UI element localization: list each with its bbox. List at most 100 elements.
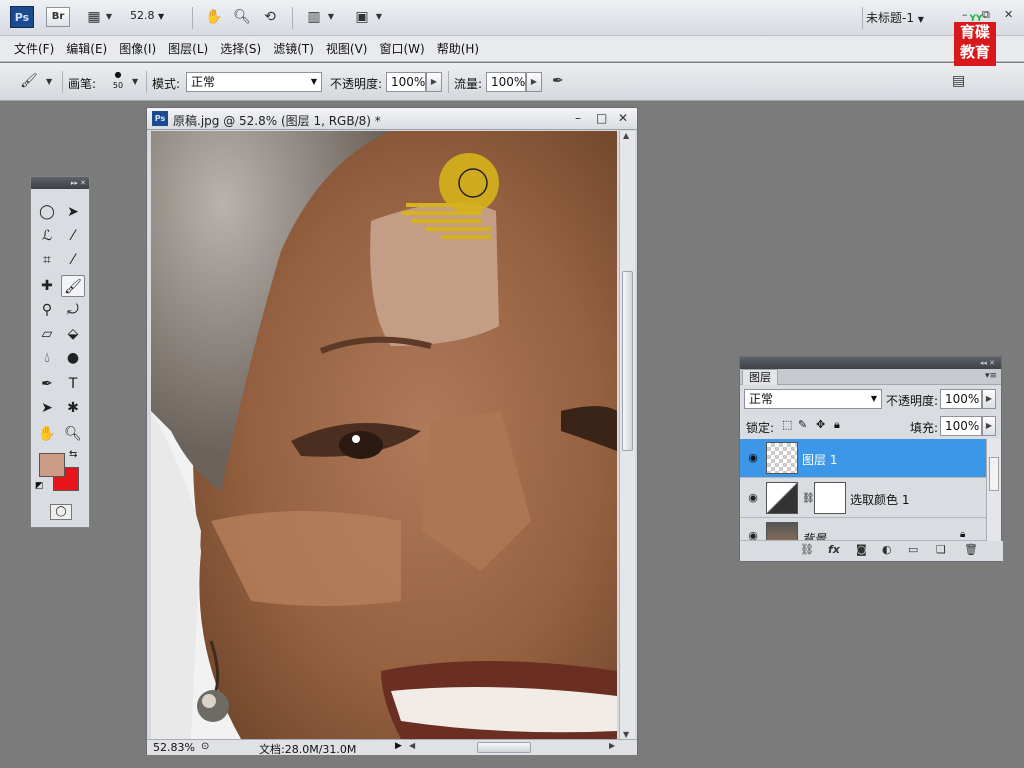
lock-all-icon[interactable]: 🔒︎	[834, 418, 840, 432]
tab-layers[interactable]: 图层	[742, 369, 778, 385]
menu-window[interactable]: 窗口(W)	[373, 36, 430, 62]
panel-menu-icon[interactable]: ▾≡	[985, 371, 997, 381]
flow-slider-button[interactable]: ▶	[526, 72, 542, 92]
new-group-icon[interactable]: ▭	[908, 543, 918, 556]
scroll-up-icon[interactable]: ▲	[623, 131, 629, 140]
zoom-icon[interactable]: 🔍︎	[232, 8, 252, 26]
lock-position-icon[interactable]: ✥	[816, 418, 825, 431]
flow-input[interactable]: 100%	[486, 72, 526, 92]
opacity-slider-button[interactable]: ▶	[426, 72, 442, 92]
arrange-documents-icon[interactable]: ▥	[304, 8, 324, 26]
zoom-level[interactable]: 52.8 ▼	[130, 9, 182, 22]
marquee-tool-icon[interactable]: ◯	[35, 201, 59, 223]
layers-panel-header[interactable]: ◂◂ ✕	[740, 357, 1001, 369]
layer-name[interactable]: 背景	[802, 530, 826, 540]
airbrush-icon[interactable]: ✒︎	[552, 73, 564, 89]
minimize-button[interactable]: –	[575, 111, 581, 125]
document-title-bar[interactable]: Ps 原稿.jpg @ 52.8% (图层 1, RGB/8) * – □ ✕	[147, 108, 637, 130]
layer-mask-thumbnail[interactable]	[814, 482, 846, 514]
blend-mode-select[interactable]: 正常 ▼	[744, 389, 882, 409]
bridge-button[interactable]: Br	[46, 7, 70, 27]
hand-icon[interactable]: ✋	[204, 8, 224, 26]
dodge-tool-icon[interactable]: ●	[61, 347, 85, 369]
menu-select[interactable]: 选择(S)	[214, 36, 267, 62]
quick-mask-button[interactable]: ◯	[50, 504, 72, 520]
close-button[interactable]: ✕	[618, 111, 628, 125]
maximize-button[interactable]: □	[596, 111, 607, 125]
lock-image-icon[interactable]: ✎	[798, 418, 807, 431]
fill-slider-button[interactable]: ▶	[982, 416, 996, 436]
horizontal-scroll-thumb[interactable]	[477, 742, 531, 753]
blur-tool-icon[interactable]: 💧︎	[35, 347, 59, 369]
magic-wand-tool-icon[interactable]: ⁄	[61, 225, 85, 247]
vertical-scroll-thumb[interactable]	[622, 271, 633, 451]
image-canvas[interactable]	[151, 131, 617, 739]
status-zoom[interactable]: 52.83%	[153, 741, 195, 754]
pen-tool-icon[interactable]: ✒︎	[35, 373, 59, 395]
layer-row[interactable]: ◉ 图层 1	[740, 439, 986, 478]
layer-opacity-slider-button[interactable]: ▶	[982, 389, 996, 409]
new-layer-icon[interactable]: ❏	[936, 543, 946, 556]
type-tool-icon[interactable]: T	[61, 373, 85, 395]
chevron-down-icon[interactable]: ▼	[104, 8, 114, 26]
menu-view[interactable]: 视图(V)	[320, 36, 374, 62]
status-menu-arrow-icon[interactable]: ▶	[395, 741, 402, 751]
menu-file[interactable]: 文件(F)	[8, 36, 60, 62]
add-mask-icon[interactable]: ◙	[856, 543, 867, 556]
menu-layer[interactable]: 图层(L)	[162, 36, 214, 62]
eye-icon[interactable]: ◉	[744, 451, 762, 464]
layer-style-icon[interactable]: fx	[828, 543, 840, 556]
brush-tool-icon[interactable]: 🖌︎	[61, 275, 85, 297]
layers-scrollbar[interactable]	[986, 439, 1001, 545]
foreground-color-swatch[interactable]	[39, 453, 65, 477]
eye-icon[interactable]: ◉	[744, 491, 762, 504]
link-icon[interactable]: ⛓︎	[802, 493, 815, 504]
history-brush-tool-icon[interactable]: ⤾	[61, 299, 85, 321]
tools-panel-header[interactable]: ▸▸ ✕	[31, 177, 89, 189]
menu-filter[interactable]: 滤镜(T)	[267, 36, 320, 62]
spot-healing-tool-icon[interactable]: ✚	[35, 275, 59, 297]
close-button[interactable]: ✕	[1004, 8, 1013, 21]
swap-colors-icon[interactable]: ⇆	[69, 449, 77, 460]
eraser-tool-icon[interactable]: ▱	[35, 323, 59, 345]
link-layers-icon[interactable]: ⛓︎	[800, 543, 814, 556]
vertical-scrollbar[interactable]: ▲ ▼	[619, 131, 635, 739]
menu-help[interactable]: 帮助(H)	[431, 36, 485, 62]
delete-layer-icon[interactable]: 🗑︎	[964, 543, 978, 556]
status-info-icon[interactable]: ⊙	[201, 741, 209, 752]
hand-tool-icon[interactable]: ✋	[35, 423, 59, 445]
chevron-down-icon[interactable]: ▼	[326, 8, 336, 26]
film-icon[interactable]: ▦	[84, 8, 104, 26]
menu-image[interactable]: 图像(I)	[113, 36, 162, 62]
layer-name[interactable]: 选取颜色 1	[850, 491, 909, 508]
default-colors-icon[interactable]: ◩	[35, 481, 44, 491]
mode-select[interactable]: 正常 ▼	[186, 72, 322, 92]
chevron-down-icon[interactable]: ▼	[374, 8, 384, 26]
lasso-tool-icon[interactable]: ℒ	[35, 225, 59, 247]
scroll-down-icon[interactable]: ▼	[623, 730, 629, 739]
workspace-title[interactable]: 未标题-1 ▼	[866, 9, 924, 26]
paint-bucket-tool-icon[interactable]: ⬙	[61, 323, 85, 345]
layer-name[interactable]: 图层 1	[802, 451, 837, 468]
eye-icon[interactable]: ◉	[744, 529, 762, 540]
layer-row[interactable]: ◉ ⛓︎ 选取颜色 1	[740, 479, 986, 518]
panel-toggle-icon[interactable]: ▤	[952, 73, 965, 89]
eyedropper-tool-icon[interactable]: ⁄	[61, 249, 85, 271]
lock-transparency-icon[interactable]: ⬚	[782, 418, 792, 431]
move-tool-icon[interactable]: ➤	[61, 201, 85, 223]
menu-edit[interactable]: 编辑(E)	[60, 36, 113, 62]
crop-tool-icon[interactable]: ⌗	[35, 249, 59, 271]
clone-stamp-tool-icon[interactable]: ⚲	[35, 299, 59, 321]
scroll-right-icon[interactable]: ▶	[609, 741, 615, 750]
path-selection-tool-icon[interactable]: ➤	[35, 397, 59, 419]
chevron-down-icon[interactable]: ▼	[46, 77, 52, 86]
custom-shape-tool-icon[interactable]: ✱	[61, 397, 85, 419]
adjustment-layer-icon[interactable]: ◐	[882, 543, 892, 556]
zoom-tool-icon[interactable]: 🔍︎	[61, 423, 85, 445]
chevron-down-icon[interactable]: ▼	[132, 77, 138, 86]
brush-tool-preset-icon[interactable]: 🖌︎	[20, 73, 38, 89]
scroll-left-icon[interactable]: ◀	[409, 741, 415, 750]
layer-opacity-input[interactable]: 100%	[940, 389, 982, 409]
fill-input[interactable]: 100%	[940, 416, 982, 436]
opacity-input[interactable]: 100%	[386, 72, 426, 92]
